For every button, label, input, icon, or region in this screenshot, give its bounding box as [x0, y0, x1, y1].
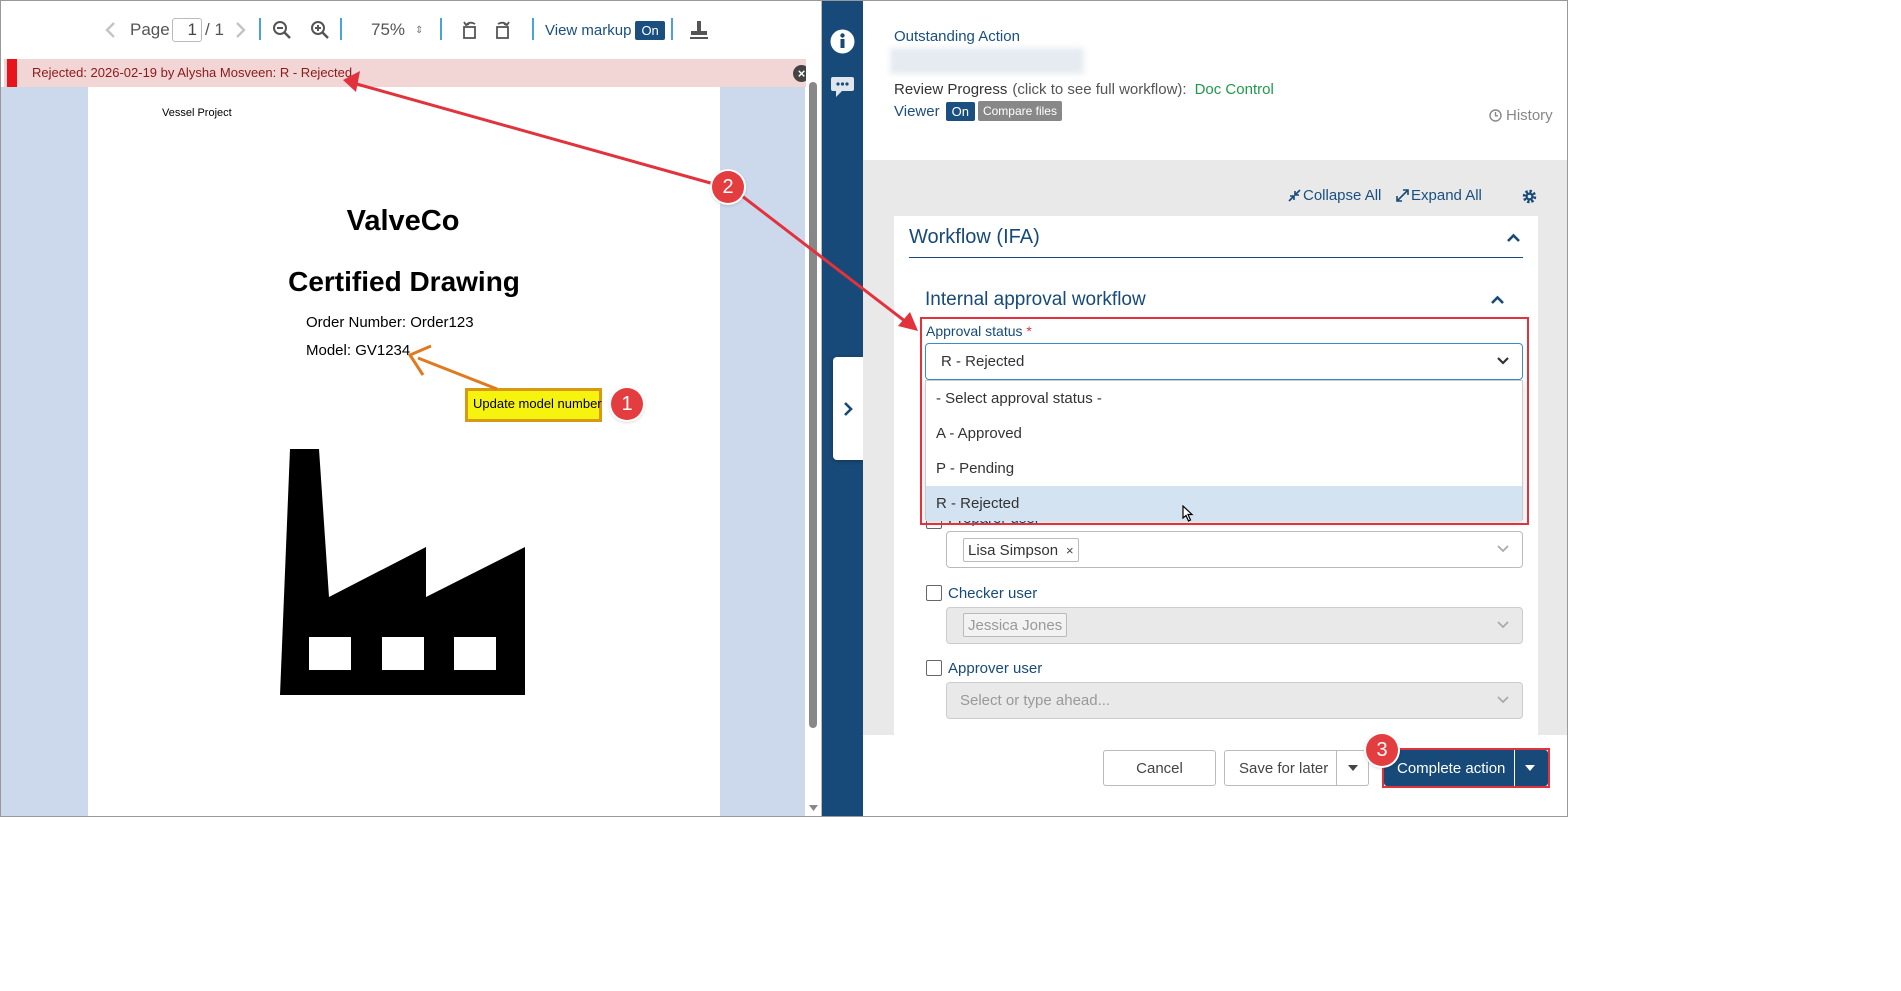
- callout-badge-2: 2: [712, 171, 744, 203]
- callout-badge-3: 3: [1366, 734, 1398, 766]
- callout-badge-1: 1: [611, 388, 643, 420]
- callout-arrows: [343, 71, 918, 391]
